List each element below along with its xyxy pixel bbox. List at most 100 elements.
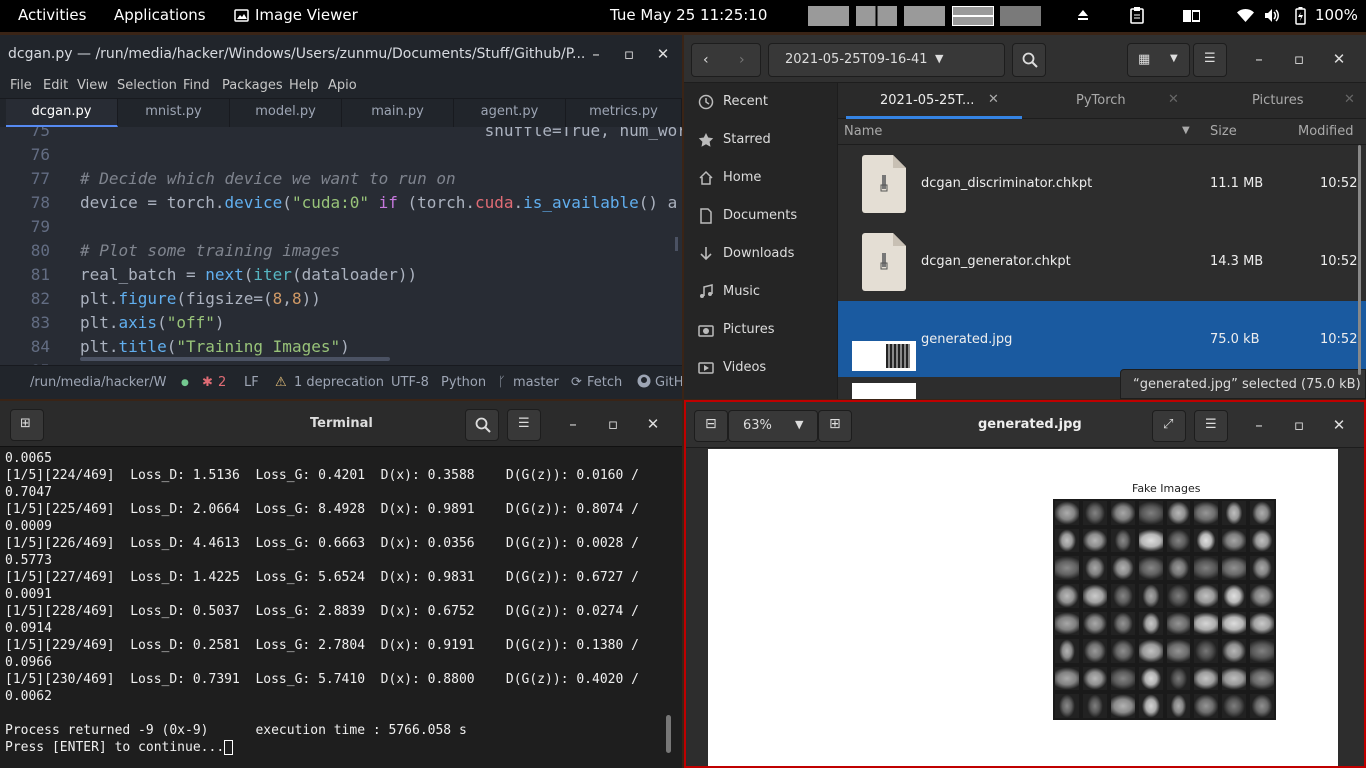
search-button[interactable] <box>1012 43 1046 77</box>
tab-pytorch[interactable]: PyTorch ✕ <box>1022 83 1198 119</box>
sort-down-icon[interactable]: ▼ <box>1182 125 1190 136</box>
column-modified[interactable]: Modified <box>1298 124 1353 139</box>
sidebar-item-starred[interactable]: Starred <box>684 121 838 159</box>
zoom-out-button[interactable]: ⊟ <box>694 410 728 442</box>
grid-view-icon[interactable]: ▦ <box>1138 52 1150 67</box>
chevron-down-icon[interactable]: ▼ <box>1170 53 1178 64</box>
close-tab-icon[interactable]: ✕ <box>988 92 999 107</box>
git-branch[interactable]: master <box>513 375 559 390</box>
menu-button[interactable]: ☰ <box>1193 43 1227 77</box>
github-tab[interactable]: GitH <box>655 375 682 390</box>
eject-icon[interactable] <box>1076 8 1090 22</box>
menu-packages[interactable]: Packages <box>222 78 283 93</box>
chevron-down-icon[interactable]: ▼ <box>935 52 943 65</box>
terminal-scrollbar[interactable] <box>666 715 671 753</box>
chevron-down-icon[interactable]: ▼ <box>795 418 803 431</box>
menu-help[interactable]: Help <box>289 78 319 93</box>
close-button[interactable]: ✕ <box>654 45 672 63</box>
battery-icon[interactable] <box>1295 7 1306 25</box>
back-icon[interactable]: ‹ <box>703 52 709 68</box>
tab-pictures[interactable]: Pictures ✕ <box>1190 83 1366 119</box>
sidebar-item-music[interactable]: Music <box>684 273 838 311</box>
vertical-scrollbar[interactable] <box>1358 145 1361 375</box>
close-tab-icon[interactable]: ✕ <box>1168 92 1179 107</box>
window-list-icon[interactable] <box>1183 10 1200 22</box>
file-row[interactable]: dcgan_discriminator.chkpt 11.1 MB 10:52 <box>838 145 1366 223</box>
maximize-button[interactable]: ▫ <box>620 45 638 63</box>
sidebar-item-recent[interactable]: Recent <box>684 83 838 121</box>
sidebar-item-home[interactable]: Home <box>684 159 838 197</box>
activities-button[interactable]: Activities <box>18 6 86 24</box>
column-size[interactable]: Size <box>1210 124 1237 139</box>
vertical-scrollbar[interactable] <box>675 237 678 251</box>
minimize-button[interactable]: – <box>1250 416 1268 434</box>
volume-icon[interactable] <box>1264 8 1280 23</box>
menu-selection[interactable]: Selection <box>117 78 177 93</box>
close-tab-icon[interactable]: ✕ <box>1344 92 1355 107</box>
grammar[interactable]: Python <box>441 375 486 390</box>
workspace-3[interactable] <box>904 6 945 26</box>
tab-current-folder[interactable]: 2021-05-25T... ✕ <box>846 83 1022 119</box>
menu-view[interactable]: View <box>77 78 108 93</box>
zoom-level[interactable]: 63% ▼ <box>728 410 818 442</box>
minimize-button[interactable]: – <box>564 415 582 433</box>
close-button[interactable]: ✕ <box>644 415 662 433</box>
sidebar-item-downloads[interactable]: Downloads <box>684 235 838 273</box>
tab-mnist[interactable]: mnist.py <box>118 99 230 127</box>
encoding[interactable]: UTF-8 <box>391 375 429 390</box>
clock[interactable]: Tue May 25 11:25:10 <box>610 6 767 24</box>
workspace-1[interactable] <box>808 6 849 26</box>
view-toggle[interactable]: ▦ ▼ <box>1127 43 1190 77</box>
workspace-2[interactable] <box>856 6 897 26</box>
workspace-5[interactable] <box>1000 6 1041 26</box>
tab-dcgan[interactable]: dcgan.py <box>6 99 118 127</box>
horizontal-scrollbar[interactable] <box>80 357 390 361</box>
applications-menu[interactable]: Applications <box>114 6 206 24</box>
tab-main[interactable]: main.py <box>342 99 454 127</box>
terminal-output[interactable]: 0.0065 [1/5][224/469] Loss_D: 1.5136 Loss… <box>5 450 655 756</box>
menu-find[interactable]: Find <box>183 78 210 93</box>
menu-apio[interactable]: Apio <box>328 78 357 93</box>
maximize-button[interactable]: ▫ <box>1290 50 1308 68</box>
minimize-button[interactable]: – <box>587 45 605 63</box>
code-editor[interactable]: 75 shuffle=True, num_wor 76 77 # Decide … <box>0 127 682 365</box>
app-menu-image-viewer[interactable]: Image Viewer <box>255 6 358 24</box>
bug-count[interactable]: 2 <box>218 375 226 390</box>
zoom-in-button[interactable]: ⊞ <box>818 410 852 442</box>
forward-icon[interactable]: › <box>739 52 745 68</box>
line-ending[interactable]: LF <box>244 375 259 390</box>
line-number: 76 <box>30 145 50 164</box>
image-canvas[interactable]: Fake Images <box>708 449 1338 766</box>
tab-model[interactable]: model.py <box>230 99 342 127</box>
maximize-button[interactable]: ▫ <box>604 415 622 433</box>
bug-icon[interactable]: ✱ <box>202 375 213 390</box>
new-tab-button[interactable]: ⊞ <box>10 409 44 441</box>
location-bar[interactable]: 2021-05-25T09-16-41 ▼ <box>768 43 1005 77</box>
tab-metrics[interactable]: metrics.py <box>566 99 682 127</box>
sidebar-item-pictures[interactable]: Pictures <box>684 311 838 349</box>
document-icon <box>698 208 714 224</box>
fullscreen-button[interactable]: ⤢ <box>1152 410 1186 442</box>
close-button[interactable]: ✕ <box>1330 50 1348 68</box>
wifi-icon[interactable] <box>1237 8 1254 22</box>
file-row[interactable]: dcgan_generator.chkpt 14.3 MB 10:52 <box>838 223 1366 301</box>
git-fetch[interactable]: Fetch <box>587 375 622 390</box>
minimize-button[interactable]: – <box>1250 50 1268 68</box>
menu-button[interactable]: ☰ <box>507 409 541 441</box>
tab-agent[interactable]: agent.py <box>454 99 566 127</box>
sidebar-item-documents[interactable]: Documents <box>684 197 838 235</box>
menu-edit[interactable]: Edit <box>43 78 68 93</box>
menu-button[interactable]: ☰ <box>1194 410 1228 442</box>
close-button[interactable]: ✕ <box>1330 416 1348 434</box>
file-row-selected[interactable]: generated.jpg 75.0 kB 10:52 <box>838 301 1366 377</box>
menu-file[interactable]: File <box>10 78 32 93</box>
file-path[interactable]: /run/media/hacker/Wind <box>30 375 166 390</box>
search-button[interactable] <box>465 409 499 441</box>
clipboard-icon[interactable] <box>1130 7 1144 24</box>
sidebar-item-videos[interactable]: Videos <box>684 349 838 387</box>
column-name[interactable]: Name <box>844 124 882 139</box>
maximize-button[interactable]: ▫ <box>1290 416 1308 434</box>
atom-titlebar[interactable]: dcgan.py — /run/media/hacker/Windows/Use… <box>0 35 682 73</box>
workspace-4-active[interactable] <box>952 6 994 26</box>
deprecation-count[interactable]: 1 deprecation <box>294 375 384 390</box>
